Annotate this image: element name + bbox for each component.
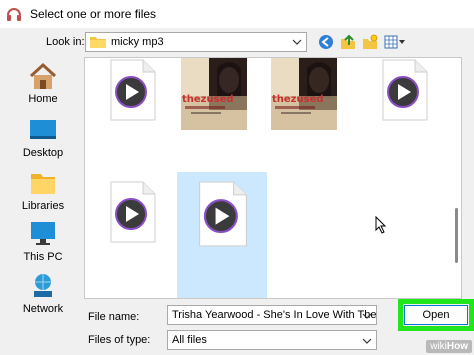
audio-file-icon [110,181,156,243]
file-item[interactable]: thezused [269,58,339,130]
file-item[interactable] [99,58,169,130]
folder-icon [90,37,106,48]
file-type-label: Files of type: [88,334,151,346]
place-network[interactable]: Network [8,270,78,322]
view-menu-icon[interactable] [384,34,406,50]
window-title: Select one or more files [30,7,157,21]
place-label: This PC [23,251,63,263]
back-icon[interactable] [318,34,334,50]
audio-file-icon [199,181,247,247]
libraries-icon [31,174,55,194]
file-type-value: All files [172,334,207,346]
file-item[interactable] [99,176,169,252]
audio-file-icon [110,59,156,121]
place-label: Network [22,303,64,315]
watermark-suffix: How [446,341,468,352]
look-in-value: micky mp3 [111,36,164,48]
place-label: Home [28,93,58,105]
album-art-text: thezused [182,94,234,105]
audio-file-icon [382,59,428,121]
file-item-selected[interactable] [177,172,267,298]
places-bar: Home Desktop Libraries This PC Network [8,58,78,318]
watermark-prefix: wiki [430,341,447,352]
navigation-toolbar [318,33,406,51]
vertical-scrollbar[interactable] [451,58,461,298]
album-art-thumbnail: thezused [181,58,247,130]
new-folder-icon[interactable] [362,34,378,50]
place-label: Libraries [21,200,65,212]
chevron-down-icon[interactable] [362,311,372,321]
file-item[interactable] [371,58,441,130]
chevron-down-icon [362,338,372,344]
file-name-value: Trisha Yearwood - She's In Love With The… [172,309,377,321]
headphones-icon [7,8,21,21]
place-libraries[interactable]: Libraries [8,167,78,219]
file-name-input[interactable]: Trisha Yearwood - She's In Love With The… [167,305,377,325]
place-home[interactable]: Home [8,60,78,112]
place-desktop[interactable]: Desktop [8,114,78,166]
title-bar: Select one or more files [0,0,474,28]
file-type-dropdown[interactable]: All files [167,330,377,350]
wikihow-watermark: wikiHow [426,340,472,353]
open-button[interactable]: Open [404,305,468,325]
home-icon [29,62,57,89]
mouse-cursor-icon [375,216,387,234]
album-art-thumbnail: thezused [271,58,337,130]
scrollbar-thumb[interactable] [455,208,458,263]
look-in-dropdown[interactable]: micky mp3 [85,32,307,52]
file-item[interactable]: thezused [179,58,249,130]
chevron-down-icon [292,39,302,45]
desktop-icon [30,120,56,139]
file-list-view[interactable]: thezused thezused [84,57,462,299]
this-pc-icon [31,222,55,245]
album-art-text: thezused [272,94,324,105]
look-in-label: Look in: [46,36,85,48]
network-icon [34,274,52,297]
place-label: Desktop [22,147,64,159]
file-name-label: File name: [88,311,140,323]
up-folder-icon[interactable] [340,34,356,50]
place-this-pc[interactable]: This PC [8,218,78,270]
